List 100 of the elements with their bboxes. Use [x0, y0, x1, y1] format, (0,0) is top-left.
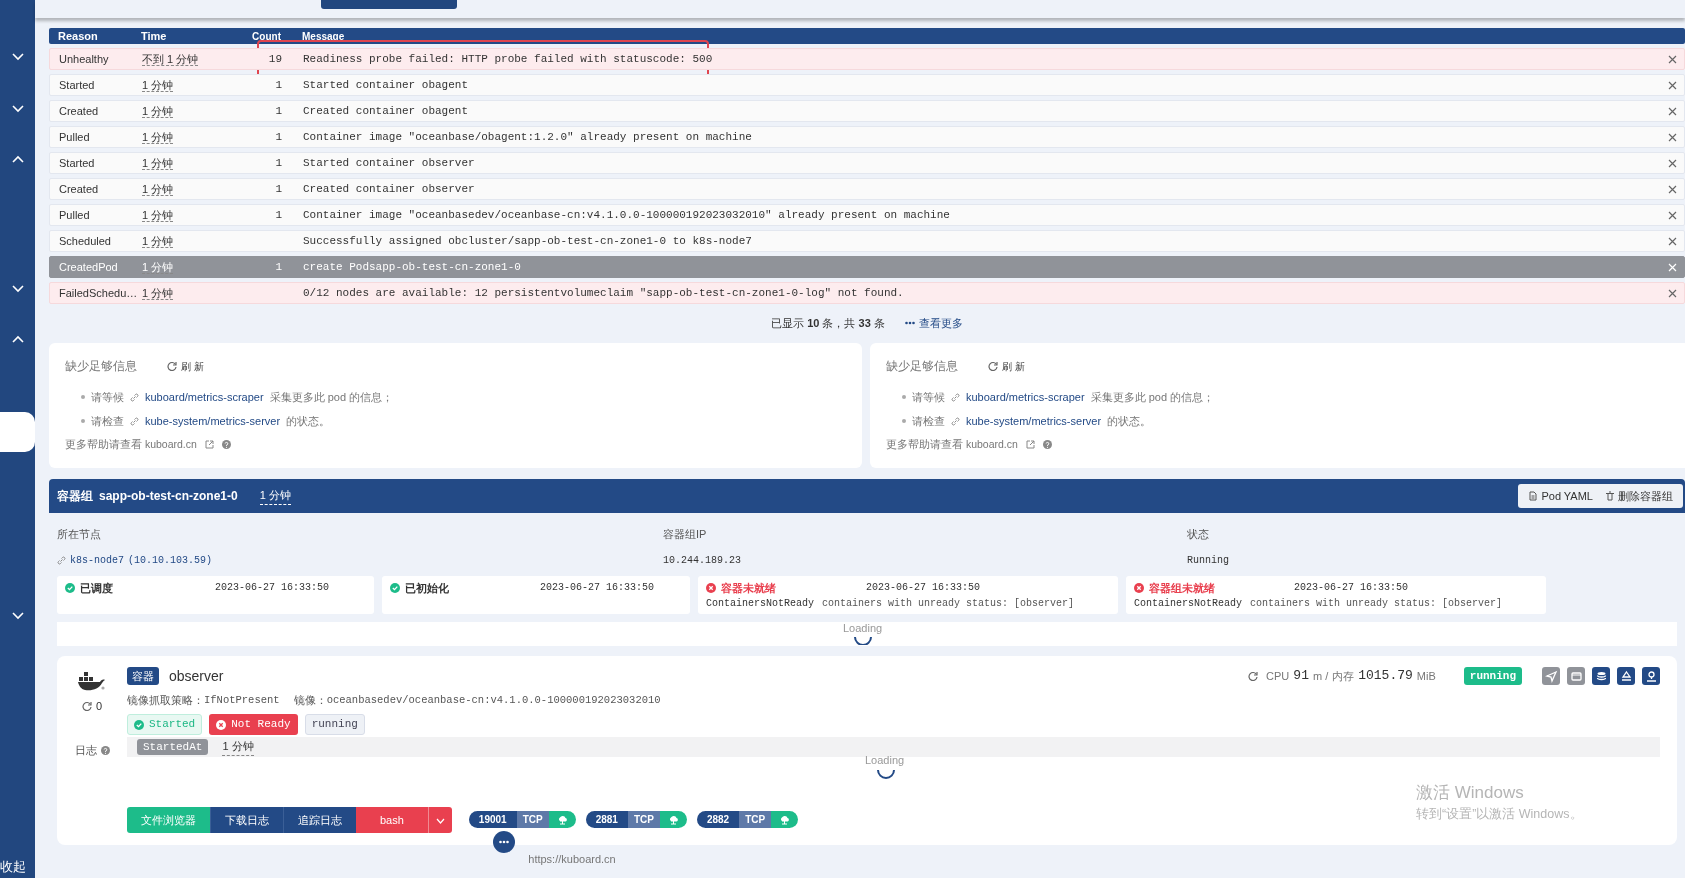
delete-button[interactable]: 删除容器组: [1605, 487, 1673, 505]
link-icon: [951, 416, 960, 426]
close-icon[interactable]: [1668, 210, 1677, 220]
refresh-button[interactable]: 刷 新: [988, 358, 1025, 374]
close-icon[interactable]: [1668, 132, 1677, 142]
metrics-link[interactable]: kuboard/metrics-scraper: [966, 388, 1085, 406]
event-row[interactable]: Created 1 分钟 1 Created container observer: [49, 178, 1685, 200]
error-circle-icon: [216, 719, 227, 730]
action-button[interactable]: 追踪日志: [283, 806, 356, 833]
event-row[interactable]: Unhealthy 不到 1 分钟 19 Readiness probe failed: HTTP probe failed with statuscode: 500: [49, 48, 1685, 70]
table-cell: Pulled: [59, 130, 90, 143]
check-circle-icon: [134, 719, 144, 730]
table-cell: Scheduled: [59, 234, 111, 247]
event-row[interactable]: Created 1 分钟 1 Created container obagent: [49, 100, 1685, 122]
instruction-text: 请检查: [91, 413, 124, 429]
instruction-text: 请等候: [91, 389, 124, 405]
container-tag: 容器: [127, 666, 159, 686]
yaml-button[interactable]: Pod YAML: [1528, 487, 1593, 505]
dropdown-toggle[interactable]: [427, 806, 452, 833]
metrics-link[interactable]: kuboard/metrics-scraper: [145, 388, 264, 406]
close-icon[interactable]: [1668, 158, 1677, 168]
table-cell: CreatedPod: [59, 260, 118, 273]
event-row[interactable]: FailedSchedu… 1 分钟 0/12 nodes are available: 12 persistentvolumeclaim "sapp-ob-test-cn-zone1-0-log" not found.: [49, 282, 1685, 304]
loading-text: Loading: [843, 621, 883, 634]
link-icon: [130, 392, 139, 402]
table-cell: 0/12 nodes are available: 12 persistentvolumeclaim "sapp-ob-test-cn-zone1-0-log" not found.: [303, 286, 904, 299]
table-cell: 19: [268, 52, 282, 65]
port-protocol: TCP: [739, 811, 772, 829]
database-icon[interactable]: [1594, 669, 1608, 683]
link-icon: [57, 555, 66, 565]
refresh-icon: [167, 361, 177, 371]
column-header: Time: [141, 29, 167, 42]
port-number: 2881: [585, 811, 628, 829]
port-number: 19001: [468, 811, 517, 829]
action-button[interactable]: 下载日志: [210, 806, 283, 833]
send-icon[interactable]: [1544, 669, 1558, 683]
close-icon[interactable]: [1668, 288, 1677, 298]
port-protocol: TCP: [627, 811, 660, 829]
check-circle-icon: [65, 582, 75, 593]
table-cell: 1: [275, 78, 282, 91]
table-cell: Started container observer: [303, 156, 475, 169]
table-cell: 1: [275, 104, 282, 117]
restart-count: 0: [95, 698, 103, 714]
footer-url: https://kuboard.cn: [527, 851, 617, 867]
event-row[interactable]: Pulled 1 分钟 1 Container image "oceanbasedev/oceanbase-cn:v4.1.0.0-100000192023032010" already present on machine: [49, 204, 1685, 226]
view-more-link[interactable]: 查看更多: [904, 314, 963, 332]
started-at-label: StartedAt: [137, 738, 209, 755]
person-icon[interactable]: [1644, 669, 1658, 683]
close-icon[interactable]: [1668, 80, 1677, 90]
event-row[interactable]: Scheduled 1 分钟 Successfully assigned obcluster/sapp-ob-test-cn-zone1-0 to k8s-node7: [49, 230, 1685, 252]
window-icon[interactable]: [1569, 669, 1583, 683]
field-value: Running: [1187, 553, 1229, 568]
panel-title: 缺少足够信息: [886, 358, 958, 375]
image-value: oceanbasedev/oceanbase-cn:v4.1.0.0-100000192023032010: [326, 692, 661, 708]
port-protocol: TCP: [516, 811, 549, 829]
condition-time: 2023-06-27 16:33:50: [215, 581, 330, 596]
state-badge: Not Ready: [209, 714, 298, 735]
eject-icon[interactable]: [1619, 669, 1633, 683]
instruction-text: 的状态。: [286, 413, 331, 429]
external-link-icon[interactable]: [204, 440, 214, 450]
trash-icon: [1605, 491, 1615, 501]
condition-reason: ContainersNotReady: [706, 597, 815, 611]
metric-value: 1015.79: [1358, 667, 1413, 686]
table-cell: 1: [275, 208, 282, 221]
table-cell: Successfully assigned obcluster/sapp-ob-test-cn-zone1-0 to k8s-node7: [303, 234, 752, 247]
table-cell: create Podsapp-ob-test-cn-zone1-0: [303, 260, 521, 273]
close-icon[interactable]: [1668, 106, 1677, 116]
field-label: 状态: [1187, 527, 1210, 542]
event-row[interactable]: Started 1 分钟 1 Started container observer: [49, 152, 1685, 174]
close-icon[interactable]: [1668, 236, 1677, 246]
metrics-link[interactable]: kube-system/metrics-server: [145, 412, 281, 430]
condition-time: 2023-06-27 16:33:50: [866, 581, 981, 596]
action-button[interactable]: bash: [356, 806, 428, 833]
close-icon[interactable]: [1668, 54, 1677, 64]
loading-spinner-icon: [853, 634, 873, 645]
event-row[interactable]: Started 1 分钟 1 Started container obagent: [49, 74, 1685, 96]
node-ip: (10.10.103.59): [128, 553, 213, 568]
restart-icon: [81, 700, 92, 711]
more-button[interactable]: [493, 830, 515, 853]
state-badge: Started: [127, 714, 203, 735]
instruction-text: 采集更多此 pod 的信息；: [269, 389, 394, 405]
table-cell: 1 分钟: [142, 182, 174, 196]
collapse-link[interactable]: 收起: [0, 856, 26, 876]
bullet-icon: [902, 419, 906, 423]
pull-policy-value: IfNotPresent: [204, 692, 280, 708]
metric-label: CPU: [1266, 668, 1290, 684]
column-header: Message: [302, 30, 345, 42]
metrics-link[interactable]: kube-system/metrics-server: [966, 412, 1102, 430]
field-label: 容器组IP: [663, 527, 708, 542]
document-icon: [1528, 491, 1539, 501]
refresh-button[interactable]: 刷 新: [167, 358, 204, 374]
instruction-text: 的状态。: [1107, 413, 1152, 429]
metric-value: 91: [1293, 667, 1309, 686]
node-link[interactable]: k8s-node7: [70, 552, 124, 568]
bullet-icon: [902, 395, 906, 399]
condition-title: 已初始化: [405, 580, 450, 596]
close-icon[interactable]: [1668, 184, 1677, 194]
event-row[interactable]: Pulled 1 分钟 1 Container image "oceanbase/obagent:1.2.0" already present on machine: [49, 126, 1685, 148]
external-link-icon[interactable]: [1025, 440, 1035, 450]
table-cell: 1 分钟: [142, 78, 174, 92]
